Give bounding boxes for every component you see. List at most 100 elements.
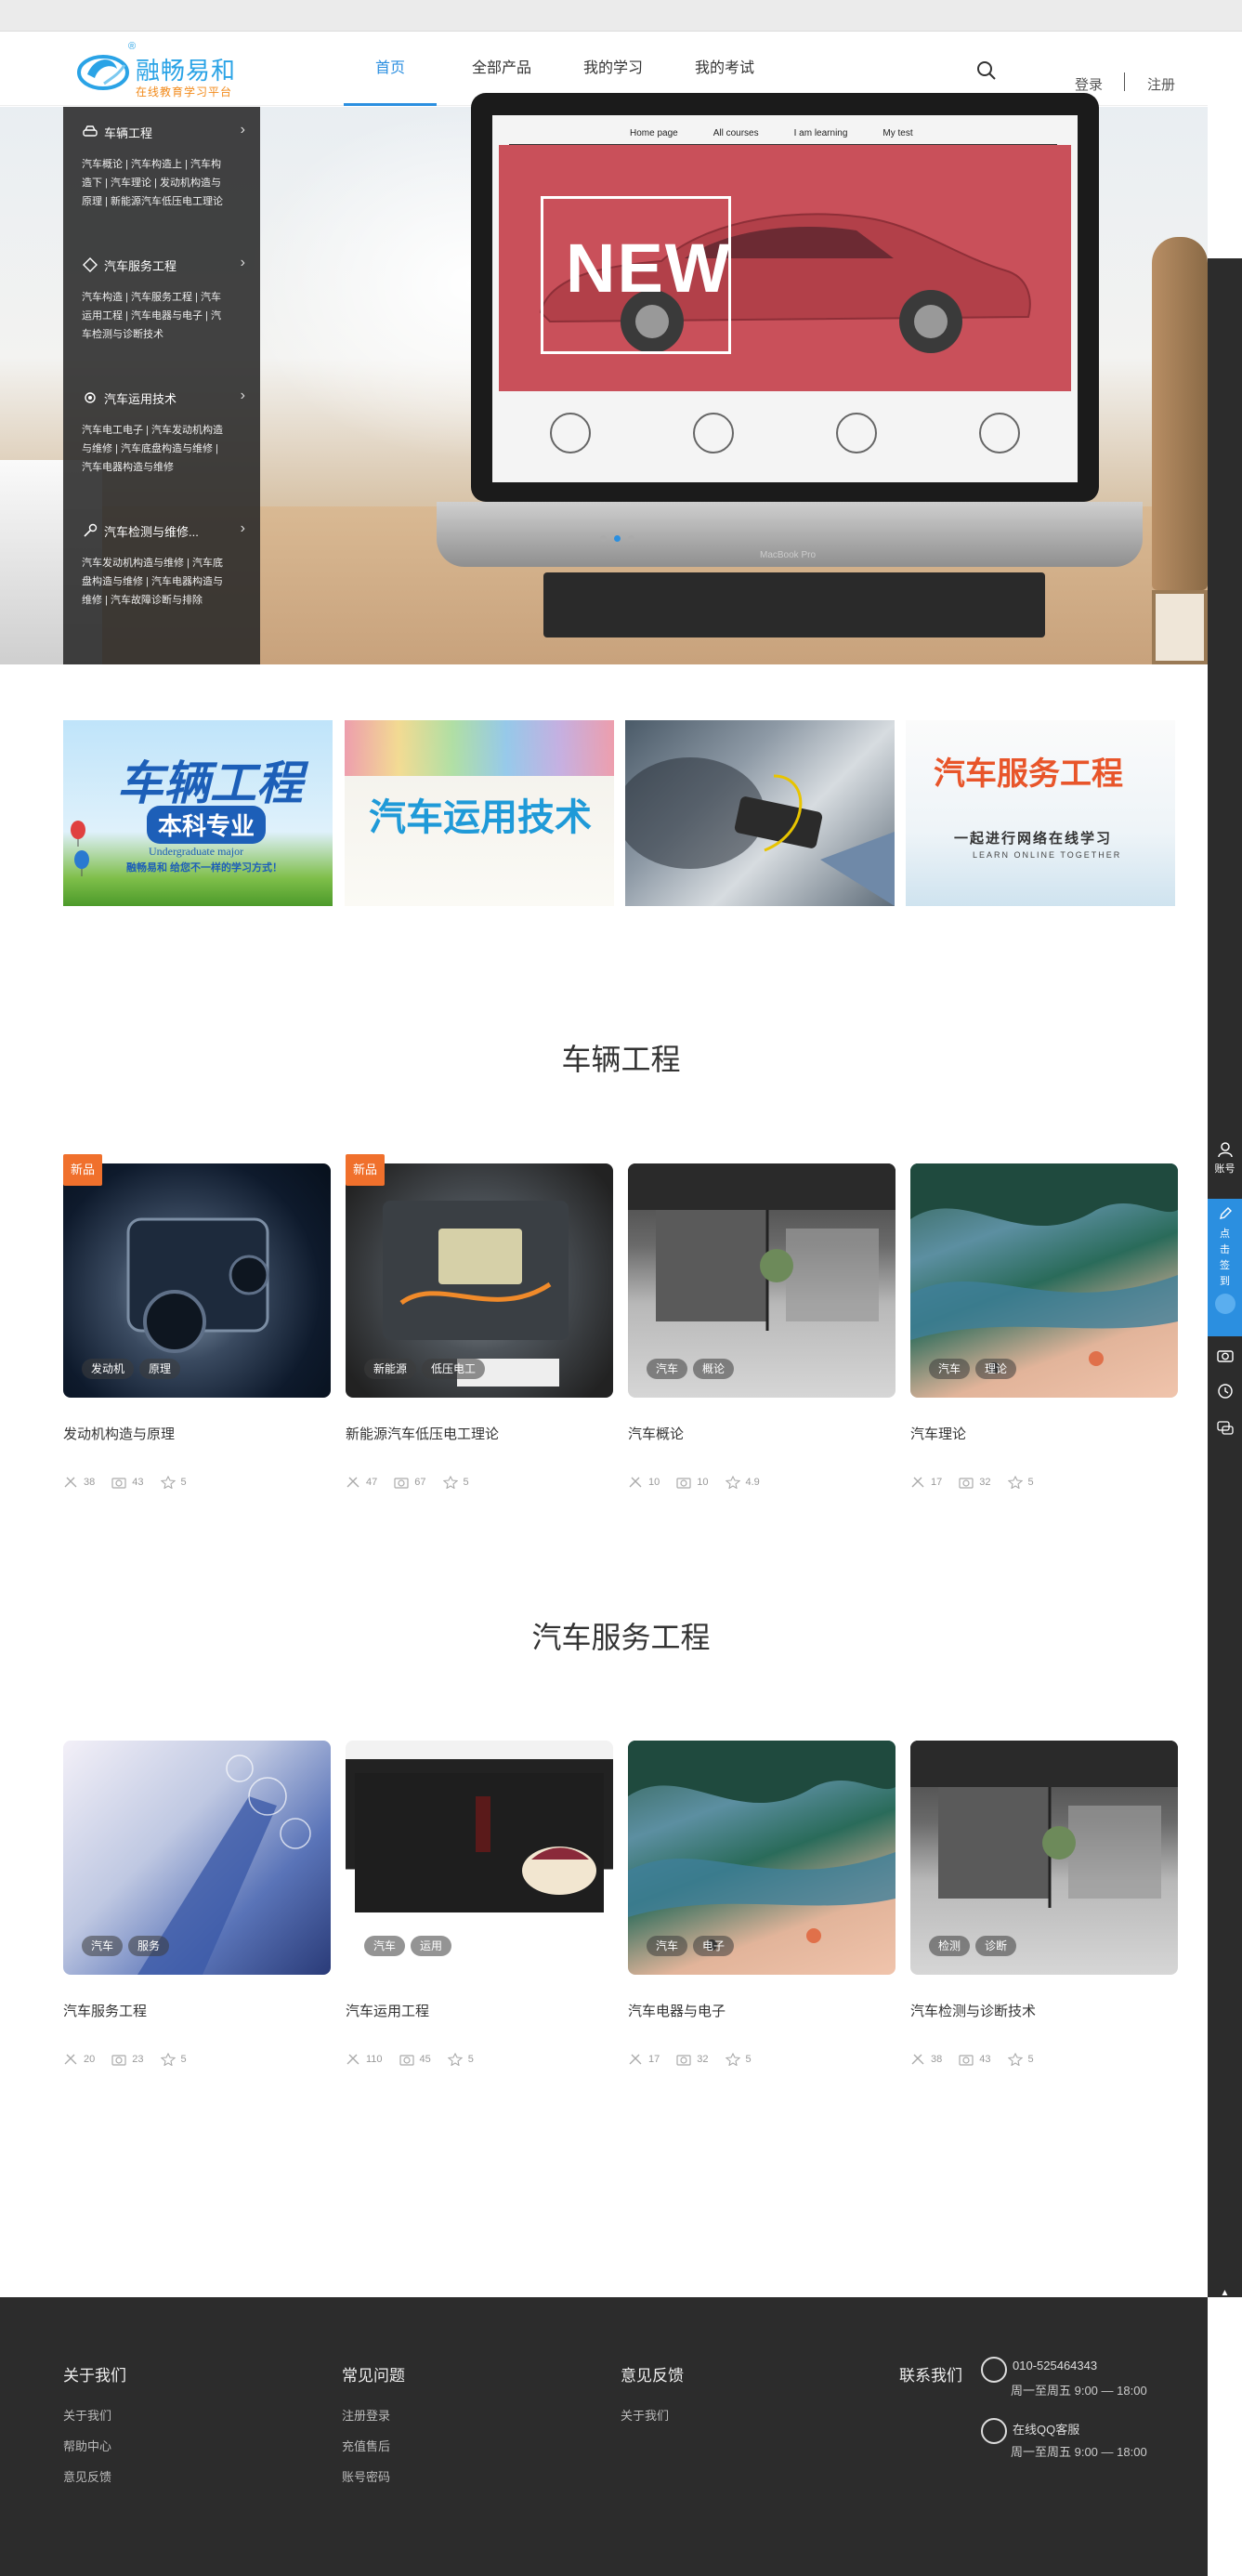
sign-in-button[interactable]: 点 击 签 到 [1208,1199,1242,1336]
course-tag[interactable]: 理论 [975,1359,1017,1379]
search-icon[interactable] [975,59,998,82]
footer-link[interactable]: 注册登录 [342,2406,405,2424]
course-title[interactable]: 新能源汽车低压电工理论 [346,1424,499,1443]
course-title[interactable]: 汽车概论 [628,1424,684,1443]
course-title[interactable]: 发动机构造与原理 [63,1424,175,1443]
course-title[interactable]: 汽车服务工程 [63,2001,147,2020]
course-tag[interactable]: 诊断 [975,1936,1017,1956]
course-tag[interactable]: 汽车 [647,1936,688,1956]
course-card[interactable]: 汽车 电子 汽车电器与电子 17 32 5 [628,1741,896,2094]
course-card[interactable]: 新品 发动机 原理 发动机构造与原理 38 43 5 [63,1154,331,1517]
category-subs[interactable]: 汽车发动机构造与维修 | 汽车底 盘构造与维修 | 汽车电器构造与 维修 | 汽… [82,554,247,610]
course-card[interactable]: 检测 诊断 汽车检测与诊断技术 38 43 5 [910,1741,1178,2094]
course-tag[interactable]: 低压电工 [422,1359,486,1379]
site-logo[interactable]: ® 融畅易和 在线教育学习平台 [76,41,253,99]
category-header[interactable]: 车辆工程 › [82,120,247,144]
category-sub-line[interactable]: 盘构造与维修 | 汽车电器构造与 [82,572,247,591]
course-title[interactable]: 汽车检测与诊断技术 [910,2001,1036,2020]
banner-dot-active[interactable] [614,535,621,542]
course-tag[interactable]: 概论 [693,1359,735,1379]
course-stats: 38 43 5 [63,1476,187,1489]
footer-link[interactable]: 关于我们 [621,2406,684,2424]
course-tag[interactable]: 检测 [929,1936,971,1956]
nav-home[interactable]: 首页 [334,32,446,106]
course-tag[interactable]: 服务 [128,1936,170,1956]
course-title[interactable]: 汽车理论 [910,1424,966,1443]
star-icon [160,1476,176,1489]
feedback-button[interactable] [1208,1383,1242,1402]
course-tags: 汽车 理论 [929,1359,1017,1379]
star-icon [1007,1476,1023,1489]
course-card[interactable]: 汽车 概论 汽车概论 10 10 4.9 [628,1163,896,1517]
account-button[interactable]: 账号 [1208,1141,1242,1176]
category-group-vehicle[interactable]: 车辆工程 › 汽车概论 | 汽车构造上 | 汽车构 造下 | 汽车理论 | 发动… [63,107,260,240]
course-tag[interactable]: 汽车 [364,1936,406,1956]
promo-vehicle-engineering[interactable]: 车辆工程 本科专业 Undergraduate major 融畅易和 给您不一样… [63,720,333,906]
banner-vase [1152,237,1208,590]
course-tag[interactable]: 新能源 [364,1359,417,1379]
login-link[interactable]: 登录 [1075,74,1103,94]
category-sub-line[interactable]: 维修 | 汽车故障诊断与排除 [82,591,247,610]
category-sub-line[interactable]: 运用工程 | 汽车电器与电子 | 汽 [82,307,247,325]
footer-link[interactable]: 充值售后 [342,2437,405,2454]
course-tag[interactable]: 汽车 [929,1359,971,1379]
category-group-service[interactable]: 汽车服务工程 › 汽车构造 | 汽车服务工程 | 汽车 运用工程 | 汽车电器与… [63,240,260,373]
category-sub-line[interactable]: 汽车概论 | 汽车构造上 | 汽车构 [82,155,247,174]
course-card[interactable]: 汽车 运用 汽车运用工程 110 45 5 [346,1741,613,2094]
footer-link[interactable]: 账号密码 [342,2467,405,2485]
category-subs[interactable]: 汽车构造 | 汽车服务工程 | 汽车 运用工程 | 汽车电器与电子 | 汽 车检… [82,288,247,344]
footer-link[interactable]: 意见反馈 [63,2467,126,2485]
chat-button[interactable] [1208,1420,1242,1439]
register-link[interactable]: 注册 [1147,74,1175,94]
back-to-top-button[interactable]: ▲ TOP [1208,2288,1242,2316]
category-sub-line[interactable]: 汽车电工电子 | 汽车发动机构造 [82,421,247,440]
category-menu: 车辆工程 › 汽车概论 | 汽车构造上 | 汽车构 造下 | 汽车理论 | 发动… [63,107,260,664]
category-sub-line[interactable]: 汽车电器构造与维修 [82,458,247,477]
category-header[interactable]: 汽车服务工程 › [82,253,247,277]
course-tag[interactable]: 原理 [139,1359,181,1379]
course-tag[interactable]: 发动机 [82,1359,135,1379]
sign-in-char: 击 [1220,1244,1230,1255]
course-tags: 汽车 电子 [647,1936,735,1956]
star-icon [160,2053,176,2066]
course-tag[interactable]: 汽车 [82,1936,124,1956]
course-card[interactable]: 新品 新能源 低压电工 新能源汽车低压电工理论 47 67 5 [346,1154,613,1517]
promo-driving-photo[interactable] [625,720,895,906]
category-sub-line[interactable]: 汽车构造 | 汽车服务工程 | 汽车 [82,288,247,307]
footer-link[interactable]: 关于我们 [63,2406,126,2424]
auth-divider [1124,72,1125,91]
banner-dot[interactable] [628,535,634,542]
category-subs[interactable]: 汽车电工电子 | 汽车发动机构造 与维修 | 汽车底盘构造与维修 | 汽车电器构… [82,421,247,477]
course-stats: 17 32 5 [910,1476,1034,1489]
contact-phone-number[interactable]: 010-525464343 [1013,2359,1097,2372]
category-sub-line[interactable]: 汽车发动机构造与维修 | 汽车底 [82,554,247,572]
screen-nav-item: My test [882,128,913,138]
right-toolbar: 账号 点 击 签 到 ▲ TOP [1208,258,1242,2308]
category-group-repair[interactable]: 汽车检测与维修... › 汽车发动机构造与维修 | 汽车底 盘构造与维修 | 汽… [63,506,260,638]
banner-dot[interactable] [600,535,607,542]
tools-count: 38 [931,2054,943,2065]
contact-qq-label[interactable]: 在线QQ客服 [1013,2420,1079,2438]
category-header[interactable]: 汽车运用技术 › [82,386,247,410]
category-subs[interactable]: 汽车概论 | 汽车构造上 | 汽车构 造下 | 汽车理论 | 发动机构造与 原理… [82,155,247,211]
course-title[interactable]: 汽车电器与电子 [628,2001,726,2020]
category-sub-line[interactable]: 与维修 | 汽车底盘构造与维修 | [82,440,247,458]
category-group-application[interactable]: 汽车运用技术 › 汽车电工电子 | 汽车发动机构造 与维修 | 汽车底盘构造与维… [63,373,260,506]
course-card[interactable]: 汽车 理论 汽车理论 17 32 5 [910,1163,1178,1517]
tools-stat: 10 [628,1476,660,1489]
category-sub-line[interactable]: 原理 | 新能源汽车低压电工理论 [82,192,247,211]
course-tag[interactable]: 电子 [693,1936,735,1956]
course-card[interactable]: 汽车 服务 汽车服务工程 20 23 5 [63,1741,331,2094]
category-sub-line[interactable]: 车检测与诊断技术 [82,325,247,344]
tools-icon [911,2054,924,2065]
footer-link[interactable]: 帮助中心 [63,2437,126,2454]
promo-automotive-service[interactable]: 汽车服务工程 一起进行网络在线学习 LEARN ONLINE TOGETHER [906,720,1175,906]
course-tag[interactable]: 汽车 [647,1359,688,1379]
course-tag[interactable]: 运用 [411,1936,452,1956]
promo-automotive-application[interactable]: 汽车运用技术 [345,720,614,906]
category-sub-line[interactable]: 造下 | 汽车理论 | 发动机构造与 [82,174,247,192]
camera-button[interactable] [1208,1347,1242,1365]
category-header[interactable]: 汽车检测与维修... › [82,519,247,543]
rating-stat: 5 [1007,2053,1034,2066]
course-title[interactable]: 汽车运用工程 [346,2001,429,2020]
